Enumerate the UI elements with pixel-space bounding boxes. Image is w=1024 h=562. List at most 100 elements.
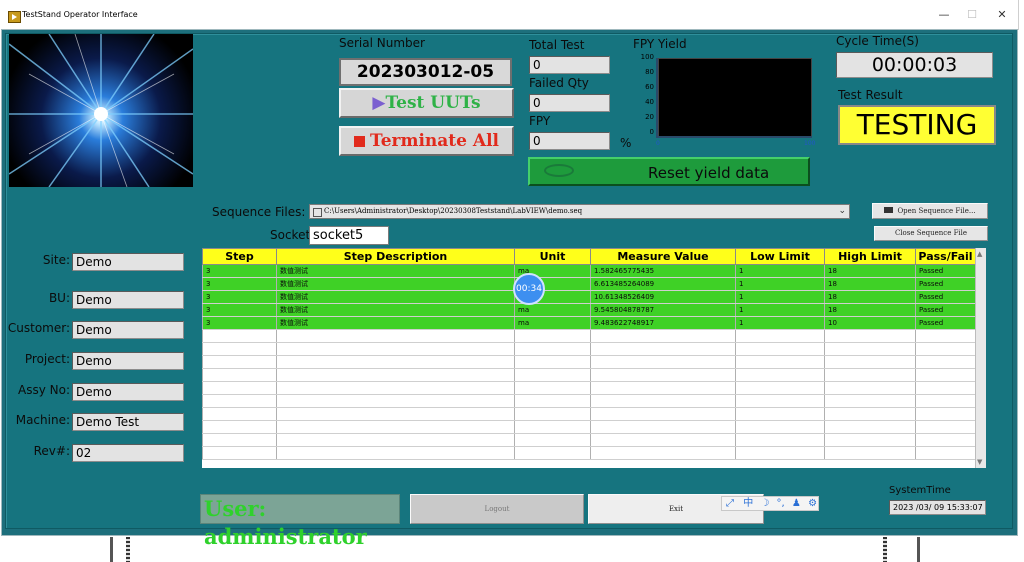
folder-icon [884,207,894,213]
table-cell: ma [514,316,591,330]
table-cell: 10.61348526409 [590,290,736,304]
table-scrollbar[interactable]: ▲ ▼ [975,248,986,468]
site-field[interactable]: Demo [72,253,184,271]
test-uuts-label: Test UUTs [385,93,481,113]
y-tick: 60 [645,83,654,91]
table-cell: 9.545804878787 [590,303,736,317]
results-table: Step Step Description Unit Measure Value… [202,248,975,460]
total-test-label: Total Test [529,38,585,52]
sequence-file-path: C:\Users\Administrator\Desktop\20230308T… [324,207,583,215]
close-sequence-button[interactable]: Close Sequence File [874,226,988,241]
ime-moon-icon[interactable]: ☽ [760,498,769,509]
column-header[interactable]: Measure Value [590,248,736,265]
play-icon: ▶ [372,93,386,113]
fpy-field[interactable]: 0 [529,132,610,150]
table-row[interactable]: 3数值测试ma6.613485264089118Passed [202,277,975,291]
ime-user-icon[interactable]: ♟ [792,498,801,509]
reset-yield-label: Reset yield data [648,164,770,182]
machine-field[interactable]: Demo Test [72,413,184,431]
customer-field[interactable]: Demo [72,321,184,339]
table-cell: 1 [735,290,825,304]
table-row-empty[interactable] [202,407,975,421]
assy-no-label: Assy No: [18,383,70,397]
table-cell: 1 [735,264,825,278]
table-row-empty[interactable] [202,368,975,382]
serial-number-field[interactable]: 202303012-05 [339,58,512,86]
system-time-label: SystemTime [889,485,951,496]
test-result-indicator: TESTING [838,105,996,145]
ime-settings-icon[interactable]: ⚙ [808,498,817,509]
rev-label: Rev#: [33,444,70,458]
user-indicator: User: administrator [200,494,400,549]
failed-qty-label: Failed Qty [529,76,589,90]
failed-qty-field[interactable]: 0 [529,94,610,112]
column-header[interactable]: Unit [514,248,591,265]
assy-no-field[interactable]: Demo [72,383,184,401]
logout-button[interactable]: Logout [410,494,584,524]
machine-label: Machine: [15,413,70,427]
cycle-time-label: Cycle Time(S) [836,34,919,48]
maximize-button[interactable]: ☐ [962,7,982,23]
floating-timer-badge[interactable]: 00:34 [513,273,545,305]
sequence-file-select[interactable]: C:\Users\Administrator\Desktop\20230308T… [309,204,850,219]
table-row-empty[interactable] [202,420,975,434]
table-row-empty[interactable] [202,355,975,369]
table-row-empty[interactable] [202,329,975,343]
table-row-empty[interactable] [202,394,975,408]
total-test-field[interactable]: 0 [529,56,610,74]
refresh-icon [544,164,574,177]
background-decoration [110,537,113,562]
rev-field[interactable]: 02 [72,444,184,462]
column-header[interactable]: Pass/Fail [915,248,975,265]
table-row-empty[interactable] [202,342,975,356]
ime-expand-icon[interactable]: ⤢ [726,498,734,509]
column-header[interactable]: Step [202,248,277,265]
window-titlebar: TestStand Operator Interface — ☐ ✕ [0,0,1019,30]
fpy-chart-title: FPY Yield [633,37,687,51]
minimize-button[interactable]: — [934,7,954,23]
table-cell: 18 [824,264,916,278]
scroll-down-icon[interactable]: ▼ [977,458,982,466]
window-title: TestStand Operator Interface [22,10,138,19]
table-cell: 数值测试 [276,264,515,278]
test-uuts-button[interactable]: ▶Test UUTs [339,88,514,118]
table-row[interactable]: 3 数值测试 ma 9.545804878787 1 18 Passed [202,303,975,317]
table-row-empty[interactable] [202,433,975,447]
table-cell: 6.613485264089 [590,277,736,291]
table-cell: Passed [915,303,975,317]
table-row-empty[interactable] [202,446,975,460]
bu-field[interactable]: Demo [72,291,184,309]
column-header[interactable]: Low Limit [735,248,825,265]
test-result-label: Test Result [838,88,903,102]
table-cell: 18 [824,290,916,304]
open-sequence-label: Open Sequence File... [897,207,976,215]
background-decoration [883,537,887,562]
ime-punctuation-icon[interactable]: °, [777,498,785,509]
open-sequence-button[interactable]: Open Sequence File... [872,203,988,219]
close-button[interactable]: ✕ [992,7,1012,23]
table-cell: 1.582465775435 [590,264,736,278]
ime-toolbar[interactable]: ⤢ 中 ☽ °, ♟ ⚙ [721,496,819,511]
scroll-up-icon[interactable]: ▲ [977,250,982,258]
column-header[interactable]: High Limit [824,248,916,265]
terminate-all-button[interactable]: Terminate All [339,126,514,156]
table-row[interactable]: 3 数值测试 ma 9.483622748917 1 10 Passed [202,316,975,330]
table-cell: 18 [824,277,916,291]
column-header[interactable]: Step Description [276,248,515,265]
table-row-empty[interactable] [202,381,975,395]
table-row[interactable]: 3 数值测试 ma 1.582465775435 1 18 Passed [202,264,975,278]
file-list-icon [313,208,322,217]
table-cell: 1 [735,303,825,317]
project-field[interactable]: Demo [72,352,184,370]
table-row[interactable]: 3 数值测试 10.61348526409 1 18 Passed [202,290,975,304]
table-cell: 9.483622748917 [590,316,736,330]
starburst-rays [9,34,193,187]
ime-chinese-icon[interactable]: 中 [743,498,753,509]
x-tick: 0 [656,140,660,147]
results-table-container: Step Step Description Unit Measure Value… [202,248,975,468]
reset-yield-button[interactable]: Reset yield data [528,157,810,186]
y-axis [656,58,658,138]
y-tick: 20 [645,113,654,121]
socket-field[interactable]: socket5 [309,226,389,245]
bu-label: BU: [48,291,70,305]
